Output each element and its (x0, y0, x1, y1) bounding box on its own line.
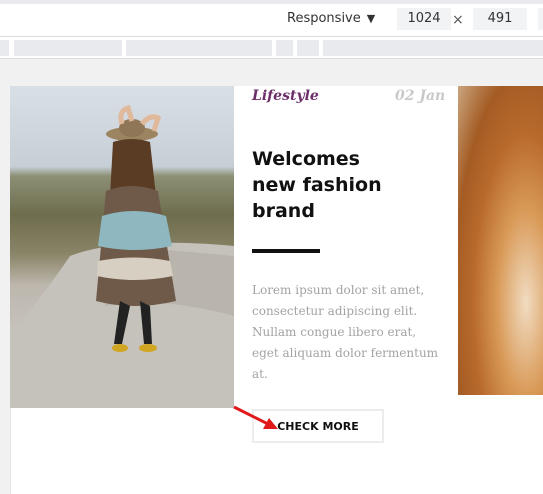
dimension-separator: × (452, 12, 464, 28)
breakpoint-segment[interactable] (297, 40, 319, 56)
toolbar-overflow (538, 8, 543, 30)
post-excerpt: Lorem ipsum dolor sit amet, consectetur … (252, 283, 439, 381)
post-title-line: Welcomes (252, 148, 360, 170)
device-select[interactable]: Responsive ▼ (287, 11, 375, 26)
breakpoint-segment[interactable] (323, 40, 543, 56)
device-toolbar: Responsive ▼ 1024 × 491 (0, 0, 543, 37)
breakpoint-segment[interactable] (276, 40, 293, 56)
media-query-bar (0, 37, 543, 59)
post-category[interactable]: Lifestyle (252, 88, 319, 104)
width-input[interactable]: 1024 (397, 8, 451, 30)
device-select-label: Responsive (287, 11, 361, 26)
red-arrow-icon (233, 405, 278, 429)
post-date: 02 Jan (395, 88, 446, 104)
fox-photo (458, 86, 543, 395)
post-title-line: brand (252, 200, 315, 222)
woman-photo (10, 86, 234, 408)
title-divider (252, 249, 320, 253)
post-title-line: new fashion (252, 174, 382, 196)
breakpoint-segment[interactable] (14, 40, 122, 56)
caret-down-icon: ▼ (366, 12, 376, 25)
breakpoint-segment[interactable] (0, 40, 9, 56)
toolbar-top-strip (0, 0, 543, 4)
post-title: Welcomes new fashion brand (252, 146, 452, 224)
card-border (10, 408, 11, 494)
height-input[interactable]: 491 (473, 8, 527, 30)
breakpoint-segment[interactable] (126, 40, 272, 56)
